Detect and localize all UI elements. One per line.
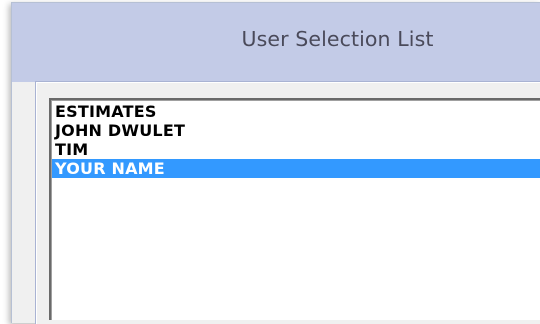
list-item-estimates[interactable]: ESTIMATES bbox=[52, 102, 540, 121]
user-list[interactable]: ESTIMATES JOHN DWULET TIM YOUR NAME bbox=[49, 98, 540, 320]
screen: User Selection List ESTIMATES JOHN DWULE… bbox=[0, 0, 540, 324]
window-title: User Selection List bbox=[241, 27, 434, 51]
list-item-your-name[interactable]: YOUR NAME bbox=[52, 159, 540, 178]
list-item-john-dwulet[interactable]: JOHN DWULET bbox=[52, 121, 540, 140]
title-bar[interactable]: User Selection List bbox=[12, 3, 540, 82]
list-item-tim[interactable]: TIM bbox=[52, 140, 540, 159]
